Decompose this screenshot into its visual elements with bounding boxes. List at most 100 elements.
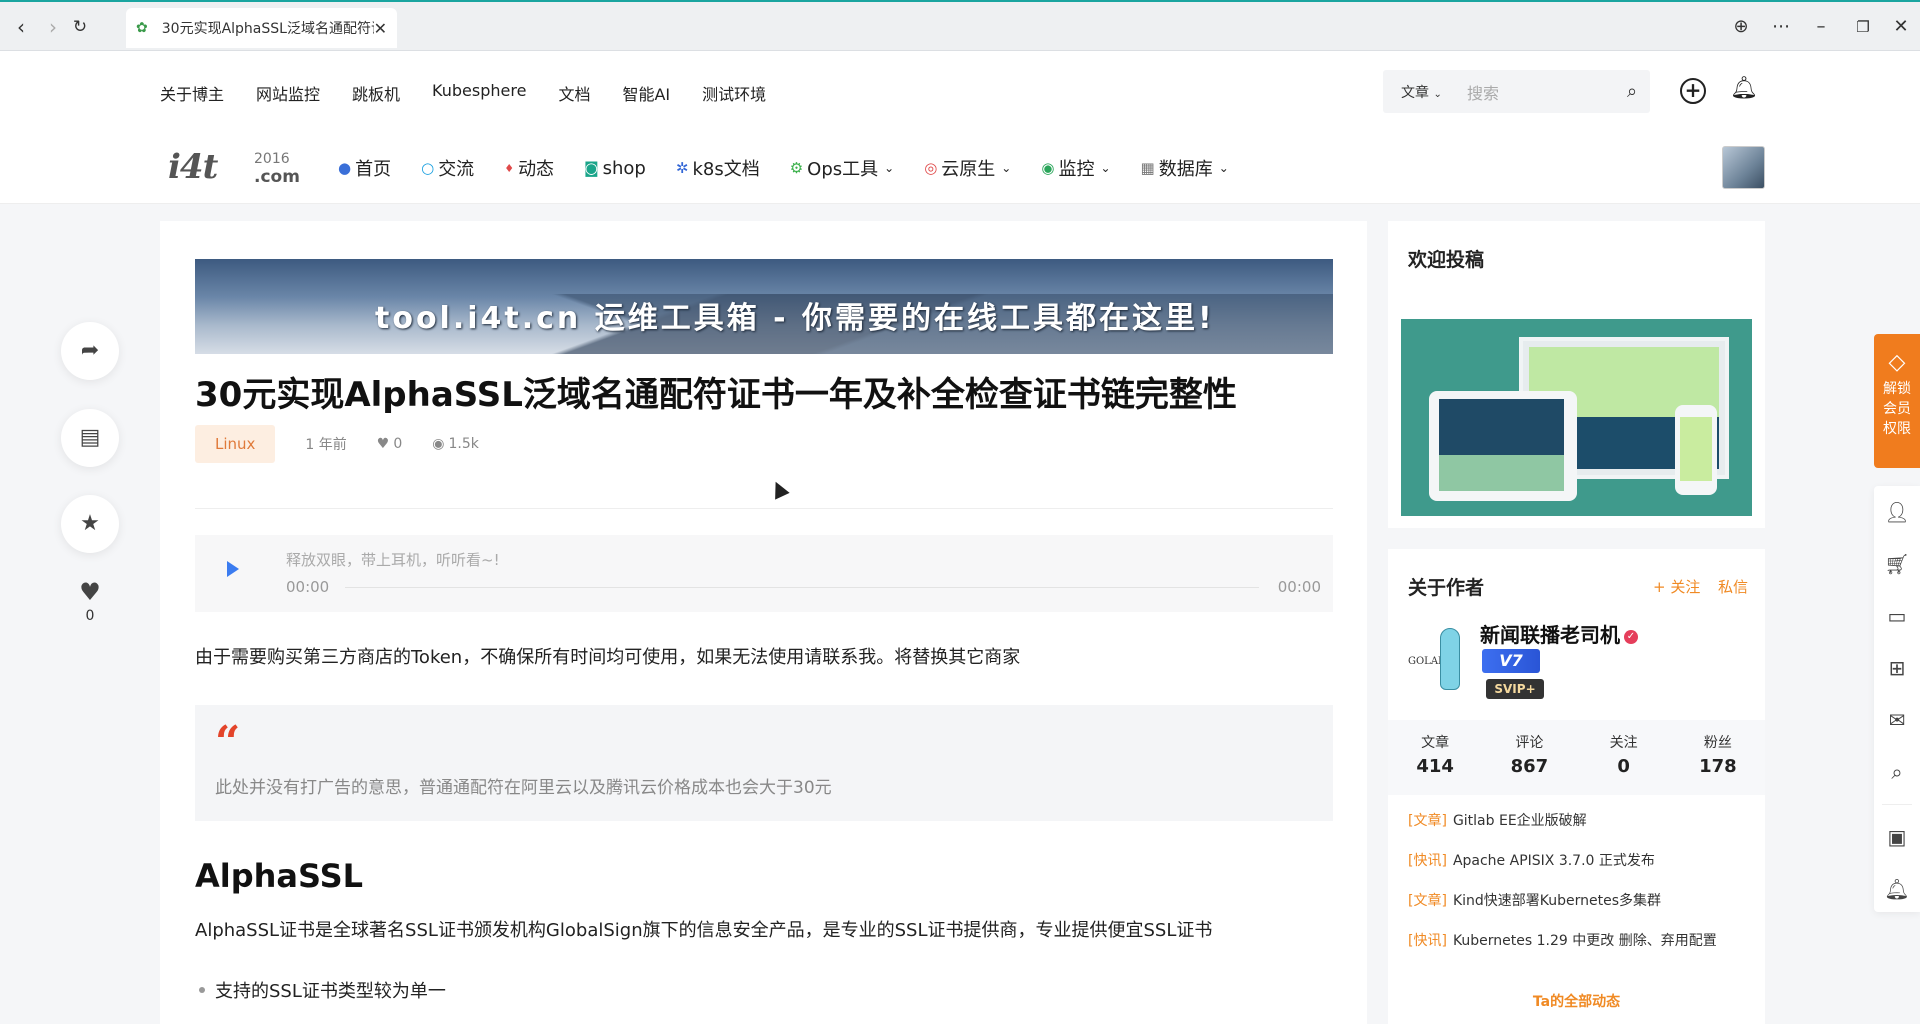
submit-banner-image[interactable]: [1401, 319, 1752, 516]
notification-icon[interactable]: 🔔︎: [1874, 863, 1920, 915]
audio-player: 释放双眼，带上耳机，听听看~! 00:00 00:00: [195, 535, 1333, 612]
tool-banner[interactable]: tool.i4t.cn 运维工具箱 - 你需要的在线工具都在这里!: [195, 259, 1333, 354]
user-icon[interactable]: 👤︎: [1874, 486, 1920, 538]
publish-time: 1 年前: [305, 437, 347, 453]
share-icon: ➦: [80, 338, 100, 363]
gopher-icon: [1440, 628, 1460, 690]
list-item[interactable]: [文章] Gitlab EE企业版破解: [1408, 810, 1717, 850]
bell-icon[interactable]: 🔔︎: [1730, 76, 1758, 101]
topnav-docs[interactable]: 文档: [558, 81, 590, 105]
globe-icon[interactable]: ⊕: [1728, 14, 1754, 40]
widget-title: 关于作者: [1408, 577, 1485, 599]
main-nav: ● 首页 ○ 交流 ♦ 动态 ◙ shop ✲ k8s文档 ⚙ Ops工具 ⌄ ◎ 云原生 ⌄ ◉…: [338, 155, 1229, 181]
share-button[interactable]: ➦: [61, 322, 119, 380]
database-icon: ▦: [1140, 159, 1155, 177]
mail-icon[interactable]: ✉: [1874, 694, 1920, 746]
topnav-jump[interactable]: 跳板机: [352, 81, 400, 105]
follow-button[interactable]: + 关注: [1653, 576, 1700, 597]
topnav-test[interactable]: 测试环境: [702, 81, 766, 105]
comment-button[interactable]: ▤: [61, 409, 119, 467]
phone-graphic: [1675, 405, 1717, 495]
tab-title: 30元实现AlphaSSL泛域名通配符证书一年及补全检查证书链完整性: [161, 21, 374, 37]
svip-badge: SVIP+: [1486, 679, 1544, 699]
divider: [1882, 804, 1912, 805]
submit-widget: 欢迎投稿: [1388, 221, 1765, 528]
topnav-kubesphere[interactable]: Kubesphere: [432, 81, 526, 105]
author-stats: 文章 414 评论 867 关注 0 粉丝 178: [1388, 720, 1765, 795]
kubernetes-icon: ✲: [675, 159, 689, 177]
top-nav: 关于博主 网站监控 跳板机 Kubesphere 文档 智能AI 测试环境: [160, 81, 766, 105]
author-posts: [文章] Gitlab EE企业版破解 [快讯] Apache APISIX 3.7…: [1408, 810, 1717, 970]
all-activity-link[interactable]: Ta的全部动态: [1388, 991, 1765, 1011]
message-button[interactable]: 私信: [1718, 576, 1748, 597]
home-icon: ●: [338, 159, 352, 177]
nav-monitor[interactable]: ◉ 监控 ⌄: [1041, 155, 1110, 181]
search-box: 文章 ⌄ 搜索 ⌕: [1383, 70, 1650, 113]
like-count: 0: [85, 608, 95, 624]
browser-tab[interactable]: ✿ 30元实现AlphaSSL泛域名通配符证书一年及补全检查证书链完整性 ✕: [126, 8, 397, 48]
list-item[interactable]: [文章] Kind快速部署Kubernetes多集群: [1408, 890, 1717, 930]
topnav-monitor[interactable]: 网站监控: [256, 81, 320, 105]
reload-icon[interactable]: ↻: [67, 14, 93, 40]
add-icon[interactable]: +: [1680, 78, 1706, 104]
unlock-vip-button[interactable]: ◇ 解锁会员权限: [1874, 334, 1920, 468]
verified-icon: ✓: [1624, 629, 1638, 644]
flower-favicon-icon: ✿: [136, 20, 148, 36]
diamond-icon: ◇: [1888, 350, 1906, 375]
list-item[interactable]: [快讯] Apache APISIX 3.7.0 正式发布: [1408, 850, 1717, 890]
favorite-button[interactable]: ★: [61, 495, 119, 553]
site-logo[interactable]: i4t 2016 .com: [168, 147, 300, 187]
tab-close-icon[interactable]: ✕: [374, 19, 387, 38]
back-icon[interactable]: ‹: [8, 14, 34, 40]
minimize-icon[interactable]: –: [1808, 14, 1834, 40]
user-avatar[interactable]: [1722, 146, 1765, 189]
list-item: 支持的SSL证书类型较为单一: [199, 977, 446, 1003]
nav-chat[interactable]: ○ 交流: [421, 155, 474, 181]
stat-followers: 粉丝 178: [1699, 735, 1737, 777]
nav-k8s[interactable]: ✲ k8s文档: [676, 155, 760, 181]
forward-icon[interactable]: ›: [40, 14, 66, 40]
robot-icon: ◙: [584, 159, 599, 177]
restore-icon[interactable]: ❐: [1850, 14, 1876, 40]
author-widget: 关于作者 + 关注 私信 GOLANG 新闻联播老司机 ✓ V7 SVIP+ 文章…: [1388, 549, 1765, 1024]
list-item[interactable]: [快讯] Kubernetes 1.29 中更改 删除、弃用配置: [1408, 930, 1717, 970]
more-icon[interactable]: ⋯: [1768, 14, 1794, 40]
paragraph: AlphaSSL证书是全球著名SSL证书颁发机构GlobalSign旗下的信息安…: [195, 920, 1213, 941]
search-input[interactable]: 搜索: [1467, 80, 1614, 104]
chevron-down-icon: ⌄: [1433, 88, 1442, 100]
nav-shop[interactable]: ◙ shop: [584, 155, 646, 181]
topnav-ai[interactable]: 智能AI: [622, 81, 670, 105]
window-close-icon[interactable]: ✕: [1888, 14, 1914, 40]
search-icon[interactable]: ⌕: [1614, 81, 1650, 102]
audio-progress-track[interactable]: [345, 587, 1259, 588]
fire-icon: ♦: [504, 161, 515, 175]
search-category-select[interactable]: 文章 ⌄: [1383, 82, 1467, 102]
like-button[interactable]: ♥ 0: [61, 578, 119, 624]
nav-feed[interactable]: ♦ 动态: [504, 155, 554, 181]
section-heading: AlphaSSL: [195, 857, 364, 895]
author-avatar[interactable]: GOLANG: [1408, 626, 1470, 692]
tablet-graphic: [1429, 391, 1577, 501]
right-toolbar: 👤︎ 🛒︎ ▭ ⊞ ✉ ⌕ ▣ 🔔︎: [1874, 486, 1920, 912]
cart-icon[interactable]: 🛒︎: [1874, 538, 1920, 590]
paragraph: 由于需要购买第三方商店的Token，不确保所有时间均可使用，如果无法使用请联系我…: [195, 647, 1021, 668]
audio-current-time: 00:00: [286, 578, 330, 596]
eye-icon: ◉: [432, 436, 445, 452]
ticket-icon[interactable]: ▭: [1874, 590, 1920, 642]
stat-following: 关注 0: [1609, 735, 1638, 777]
circle-icon: ○: [421, 159, 435, 177]
search-icon[interactable]: ⌕: [1874, 746, 1920, 798]
qrcode-icon[interactable]: ▣: [1874, 811, 1920, 863]
nav-database[interactable]: ▦ 数据库 ⌄: [1141, 155, 1229, 181]
gift-icon[interactable]: ⊞: [1874, 642, 1920, 694]
blockquote: “ 此处并没有打广告的意思，普通通配符在阿里云以及腾讯云价格成本也会大于30元: [195, 705, 1333, 821]
play-icon[interactable]: [227, 561, 239, 577]
topnav-about[interactable]: 关于博主: [160, 81, 224, 105]
chevron-down-icon: ⌄: [1100, 161, 1111, 175]
nav-cloudnative[interactable]: ◎ 云原生 ⌄: [924, 155, 1011, 181]
nav-ops[interactable]: ⚙ Ops工具 ⌄: [790, 155, 895, 181]
nav-home[interactable]: ● 首页: [338, 155, 391, 181]
category-badge[interactable]: Linux: [195, 425, 276, 463]
star-icon: ★: [80, 511, 100, 536]
author-name[interactable]: 新闻联播老司机 ✓: [1480, 619, 1638, 648]
